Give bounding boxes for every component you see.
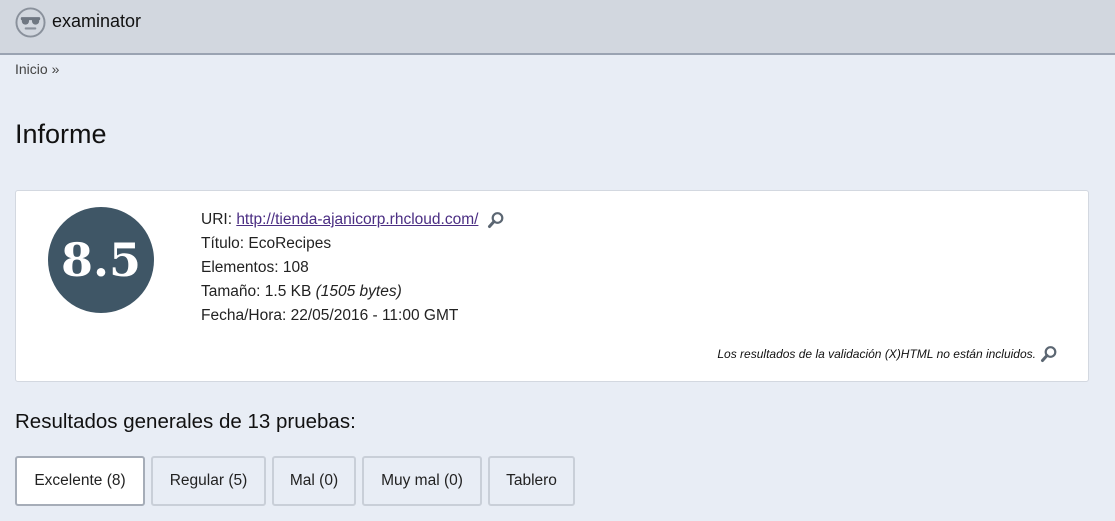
tab-tablero[interactable]: Tablero [488, 456, 575, 506]
breadcrumb: Inicio » [15, 61, 59, 77]
magnifier-icon[interactable] [487, 211, 505, 229]
elements-value: 108 [282, 259, 309, 276]
validation-note-text: Los resultados de la validación (X)HTML … [717, 347, 1036, 361]
tab-excelente[interactable]: Excelente (8) [15, 456, 145, 506]
uri-label: URI: [201, 211, 232, 228]
title-value: EcoRecipes [248, 235, 332, 252]
tab-regular[interactable]: Regular (5) [151, 456, 266, 506]
page-title: Informe [15, 119, 107, 149]
breadcrumb-home-link[interactable]: Inicio [15, 61, 48, 77]
results-tabs: Excelente (8) Regular (5) Mal (0) Muy ma… [15, 456, 581, 506]
size-bytes: (1505 bytes) [315, 283, 402, 300]
datetime-row: Fecha/Hora: 22/05/2016 - 11:00 GMT [201, 304, 505, 328]
score-badge: 8.5 [48, 207, 154, 313]
size-label: Tamaño: [201, 283, 261, 300]
report-metadata: URI: http://tienda-ajanicorp.rhcloud.com… [201, 208, 505, 328]
size-row: Tamaño: 1.5 KB (1505 bytes) [201, 280, 505, 304]
app-title[interactable]: examinator [52, 11, 141, 32]
title-row: Título: EcoRecipes [201, 232, 505, 256]
elements-row: Elementos: 108 [201, 256, 505, 280]
results-heading: Resultados generales de 13 pruebas: [15, 410, 356, 433]
validation-note: Los resultados de la validación (X)HTML … [717, 345, 1058, 363]
sunglasses-face-icon[interactable] [15, 7, 46, 38]
datetime-label: Fecha/Hora: [201, 307, 287, 324]
uri-link[interactable]: http://tienda-ajanicorp.rhcloud.com/ [236, 211, 478, 228]
report-summary-card: 8.5 URI: http://tienda-ajanicorp.rhcloud… [15, 190, 1089, 382]
size-value: 1.5 KB [264, 283, 312, 300]
magnifier-icon[interactable] [1040, 345, 1058, 363]
top-bar: examinator [0, 0, 1115, 55]
tab-muy-mal[interactable]: Muy mal (0) [362, 456, 482, 506]
datetime-value: 22/05/2016 - 11:00 GMT [290, 307, 459, 324]
tab-mal[interactable]: Mal (0) [272, 456, 356, 506]
title-label: Título: [201, 235, 245, 252]
elements-label: Elementos: [201, 259, 279, 276]
uri-row: URI: http://tienda-ajanicorp.rhcloud.com… [201, 208, 505, 232]
breadcrumb-separator: » [51, 61, 60, 77]
